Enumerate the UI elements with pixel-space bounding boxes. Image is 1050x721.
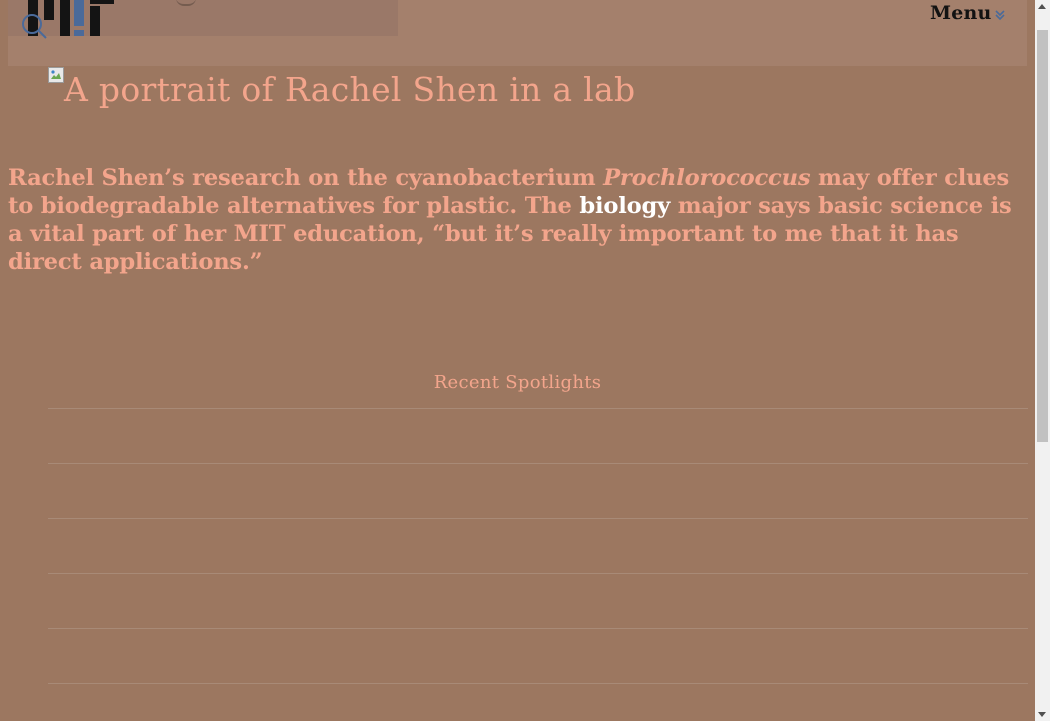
list-item[interactable]: [48, 628, 1028, 683]
species-name: Prochlorococcus: [603, 165, 811, 191]
list-item[interactable]: [48, 463, 1028, 518]
biology-link[interactable]: biology: [579, 193, 670, 219]
intro-text: Rachel Shen’s research on the cyanobacte…: [8, 165, 604, 191]
list-item[interactable]: [48, 573, 1028, 628]
broken-image-icon: [48, 67, 64, 83]
vertical-scrollbar[interactable]: [1035, 0, 1050, 721]
list-item[interactable]: [48, 408, 1028, 463]
spotlight-list: [48, 408, 1028, 721]
page: Menu A portrait of Rachel Shen in a lab …: [0, 0, 1035, 721]
scroll-down-arrow-icon[interactable]: [1038, 712, 1046, 717]
hero-image: A portrait of Rachel Shen in a lab: [48, 66, 635, 114]
recent-spotlights-heading: Recent Spotlights: [433, 372, 602, 393]
hero-image-alt-text: A portrait of Rachel Shen in a lab: [64, 70, 636, 109]
chevron-down-icon: [994, 9, 1005, 20]
search-icon[interactable]: [21, 12, 49, 40]
scrollbar-thumb[interactable]: [1037, 30, 1048, 442]
scroll-up-arrow-icon[interactable]: [1038, 4, 1046, 9]
list-item[interactable]: [48, 683, 1028, 721]
list-item[interactable]: [48, 518, 1028, 573]
menu-label: Menu: [930, 2, 992, 24]
menu-button[interactable]: Menu: [930, 1, 1005, 25]
intro-paragraph: Rachel Shen’s research on the cyanobacte…: [8, 164, 1024, 276]
